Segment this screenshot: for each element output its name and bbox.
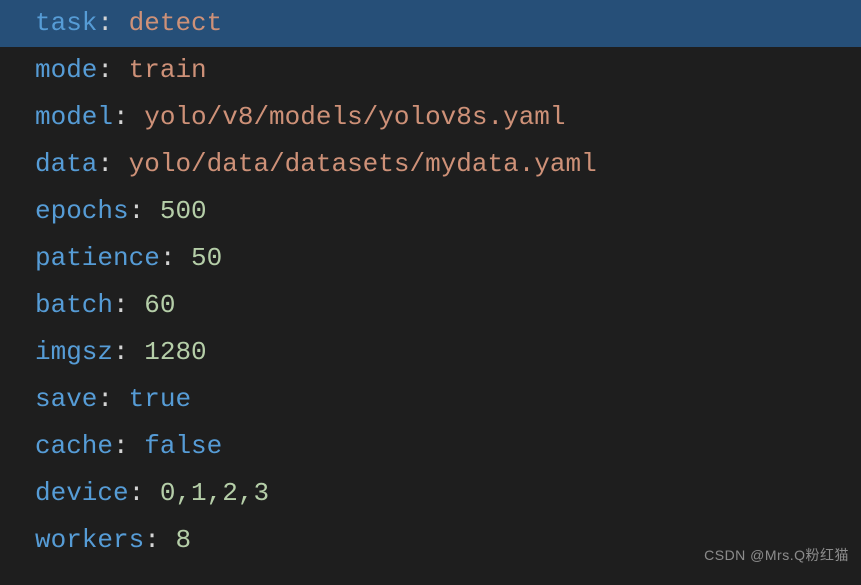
yaml-value: 8 (175, 525, 191, 555)
yaml-key: save (35, 384, 97, 414)
code-line[interactable]: imgsz: 1280 (35, 329, 861, 376)
yaml-colon: : (97, 149, 128, 179)
yaml-colon: : (113, 431, 144, 461)
code-line[interactable]: model: yolo/v8/models/yolov8s.yaml (35, 94, 861, 141)
yaml-key: workers (35, 525, 144, 555)
code-line[interactable]: device: 0,1,2,3 (35, 470, 861, 517)
yaml-key: mode (35, 55, 97, 85)
yaml-value: 60 (144, 290, 175, 320)
yaml-colon: : (129, 196, 160, 226)
yaml-colon: : (144, 525, 175, 555)
yaml-key: task (35, 8, 97, 38)
yaml-key: cache (35, 431, 113, 461)
yaml-colon: : (97, 55, 128, 85)
yaml-value: 0,1,2,3 (160, 478, 269, 508)
code-line[interactable]: cache: false (35, 423, 861, 470)
yaml-colon: : (113, 290, 144, 320)
yaml-value: yolo/v8/models/yolov8s.yaml (144, 102, 565, 132)
yaml-value: true (129, 384, 191, 414)
yaml-value: 500 (160, 196, 207, 226)
code-line[interactable]: data: yolo/data/datasets/mydata.yaml (35, 141, 861, 188)
yaml-colon: : (129, 478, 160, 508)
code-line[interactable]: batch: 60 (35, 282, 861, 329)
yaml-colon: : (160, 243, 191, 273)
yaml-key: imgsz (35, 337, 113, 367)
yaml-colon: : (113, 337, 144, 367)
code-editor[interactable]: task: detectmode: trainmodel: yolo/v8/mo… (0, 0, 861, 564)
yaml-key: batch (35, 290, 113, 320)
yaml-key: data (35, 149, 97, 179)
yaml-value: yolo/data/datasets/mydata.yaml (129, 149, 597, 179)
code-line[interactable]: save: true (35, 376, 861, 423)
yaml-value: detect (129, 8, 223, 38)
watermark: CSDN @Mrs.Q粉红猫 (704, 532, 849, 579)
yaml-colon: : (97, 384, 128, 414)
code-line[interactable]: epochs: 500 (35, 188, 861, 235)
yaml-key: patience (35, 243, 160, 273)
code-line[interactable]: mode: train (35, 47, 861, 94)
yaml-value: train (129, 55, 207, 85)
yaml-key: epochs (35, 196, 129, 226)
yaml-colon: : (97, 8, 128, 38)
yaml-value: 1280 (144, 337, 206, 367)
yaml-key: device (35, 478, 129, 508)
yaml-value: 50 (191, 243, 222, 273)
yaml-colon: : (113, 102, 144, 132)
yaml-key: model (35, 102, 113, 132)
yaml-value: false (144, 431, 222, 461)
code-line[interactable]: patience: 50 (35, 235, 861, 282)
code-line[interactable]: task: detect (0, 0, 861, 47)
